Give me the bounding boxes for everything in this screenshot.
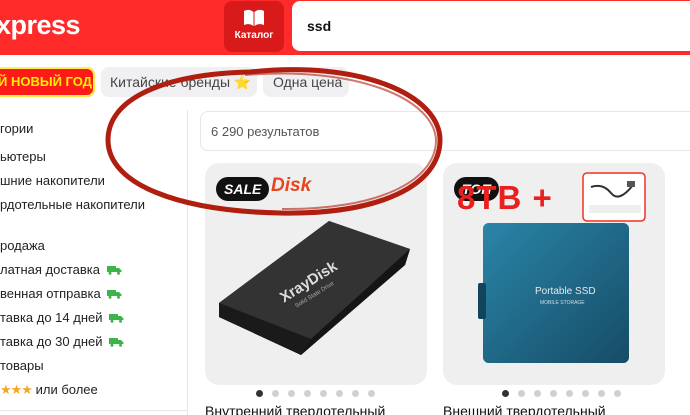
pager-dot[interactable] [614,390,621,397]
product-title[interactable]: Внешний твердотельный [443,403,606,415]
product-sublabel: MOBILE STORAGE [540,300,585,306]
cable-accessory-image: Portable SSD MOBILE STORAGE [478,172,646,363]
logo[interactable]: xpress [0,10,81,41]
sidebar-item-rating[interactable]: ★★★ или более [0,381,98,399]
page: xpress Каталог Й НОВЫЙ ГОД Китайские бре… [0,0,690,415]
sidebar-item-sale[interactable]: родажа [0,237,45,255]
header: xpress Каталог [0,0,690,55]
pager-dot[interactable] [566,390,573,397]
one-price-chip[interactable]: Одна цена [263,67,349,97]
sidebar-item-label: или более [35,382,98,397]
truck-icon [109,314,124,323]
sidebar-item-external-drives[interactable]: шние накопители [0,172,105,190]
search-input[interactable] [307,18,687,34]
sidebar-item-goods[interactable]: товары [0,357,44,375]
sidebar-item-label: латная доставка [0,262,101,277]
sidebar-item-delivery-30[interactable]: тавка до 30 дней [0,333,124,351]
truck-icon [109,338,124,347]
new-year-chip[interactable]: Й НОВЫЙ ГОД [0,67,95,97]
product-label: Portable SSD [535,286,596,297]
pager-dot[interactable] [582,390,589,397]
sidebar-item-fast-dispatch[interactable]: венная отправка [0,285,122,303]
search-box[interactable] [292,1,690,51]
sidebar-categories-heading: гории [0,121,34,136]
chinese-brands-chip[interactable]: Китайские бренды ⭐ [101,67,257,97]
sidebar-divider [0,410,188,411]
sidebar-item-label: венная отправка [0,286,101,301]
truck-icon [107,290,122,299]
truck-icon [106,266,122,275]
book-icon [244,9,264,26]
pager-dot[interactable] [304,390,311,397]
pager-dot[interactable] [598,390,605,397]
pager-dot[interactable] [502,390,509,397]
chip-label: Китайские бренды [110,74,231,90]
pager-dot[interactable] [534,390,541,397]
rating-stars-icon: ★★★ [0,382,33,397]
sidebar-item-free-delivery[interactable]: латная доставка [0,261,122,279]
ssd-product-image: XrayDisk Solid State Drive [219,221,410,355]
product-card-image[interactable]: ТОП 8TB + Portable SSD MOBILE STORAGE [443,163,665,385]
pager-dot[interactable] [288,390,295,397]
product-title[interactable]: Внутренний твердотельный [205,403,385,415]
pager-dot[interactable] [518,390,525,397]
results-bar: 6 290 результатов [200,111,690,151]
results-count: 6 290 результатов [211,124,320,139]
pager-dot[interactable] [550,390,557,397]
catalog-label: Каталог [234,30,274,41]
pager-dot[interactable] [336,390,343,397]
sidebar-item-label: тавка до 30 дней [0,334,103,349]
pager-dot[interactable] [320,390,327,397]
pager-dot[interactable] [256,390,263,397]
sidebar-item-ssd[interactable]: рдотельные накопители [0,196,178,214]
catalog-button[interactable]: Каталог [224,1,284,52]
product-card-image[interactable]: SALE Disk XrayDisk Solid State Drive [205,163,427,385]
sidebar-item-label: тавка до 14 дней [0,310,103,325]
filter-sidebar: гории ьютеры шние накопители рдотельные … [0,110,188,415]
pager-dot[interactable] [352,390,359,397]
sidebar-item-delivery-14[interactable]: тавка до 14 дней [0,309,124,327]
sidebar-item-computers[interactable]: ьютеры [0,148,46,166]
pager-dot[interactable] [368,390,375,397]
pager-dot[interactable] [272,390,279,397]
star-icon: ⭐ [233,74,252,90]
